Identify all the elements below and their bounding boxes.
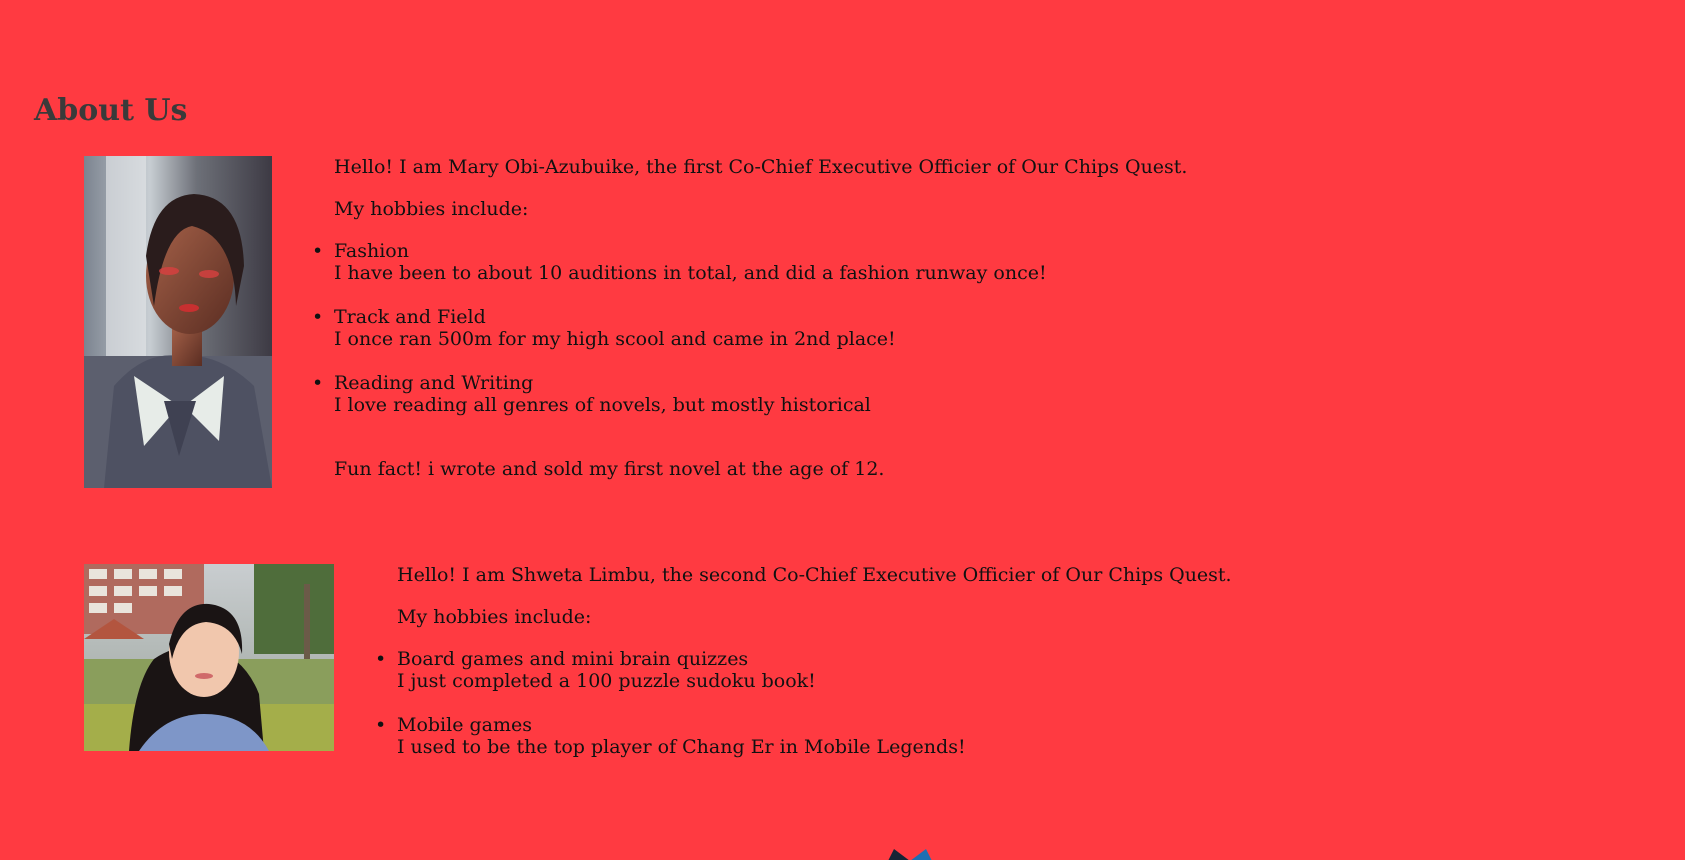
logo-icon [886,846,934,860]
member-2-intro: Hello! I am Shweta Limbu, the second Co-… [397,564,1232,586]
member-1-hobby-list: • Fashion I have been to about 10 auditi… [312,240,1187,416]
member-2-photo [84,564,334,751]
list-item: • Reading and Writing I love reading all… [312,372,1187,416]
member-2-hobbies-heading: My hobbies include: [397,606,592,628]
bullet-icon: • [375,714,387,736]
list-item: • Board games and mini brain quizzes I j… [375,648,1232,692]
member-1-fun-fact: Fun fact! i wrote and sold my first nove… [334,458,885,480]
about-page: About Us Hello! I am Mary Obi-Azubuike, … [0,0,1685,860]
hobby-name: Track and Field [334,306,486,328]
member-1-bio: Hello! I am Mary Obi-Azubuike, the first… [312,156,1188,500]
hobby-detail: I just completed a 100 puzzle sudoku boo… [397,670,816,692]
hobby-detail: I once ran 500m for my high scool and ca… [334,328,896,350]
hobby-detail: I love reading all genres of novels, but… [334,394,871,416]
hobby-detail: I have been to about 10 auditions in tot… [334,262,1047,284]
member-1-intro: Hello! I am Mary Obi-Azubuike, the first… [334,156,1188,178]
member-1-hobbies-heading: My hobbies include: [334,198,529,220]
bullet-icon: • [312,306,324,328]
bullet-icon: • [312,372,324,394]
hobby-name: Fashion [334,240,409,262]
list-item: • Fashion I have been to about 10 auditi… [312,240,1187,284]
bullet-icon: • [312,240,324,262]
member-1-photo [84,156,272,488]
hobby-name: Mobile games [397,714,532,736]
page-title: About Us [34,93,188,128]
member-2-hobby-list: • Board games and mini brain quizzes I j… [375,648,1232,758]
list-item: • Track and Field I once ran 500m for my… [312,306,1187,350]
bullet-icon: • [375,648,387,670]
list-item: • Mobile games I used to be the top play… [375,714,1232,758]
hobby-name: Board games and mini brain quizzes [397,648,749,670]
hobby-name: Reading and Writing [334,372,534,394]
hobby-detail: I used to be the top player of Chang Er … [397,736,966,758]
member-2-bio: Hello! I am Shweta Limbu, the second Co-… [375,564,1232,780]
